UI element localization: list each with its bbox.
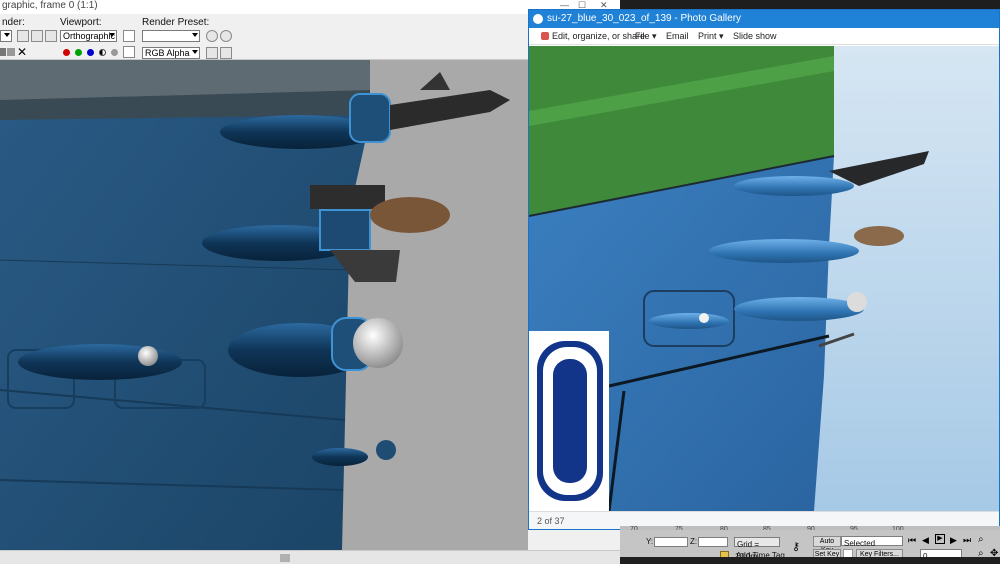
- mono-channel-icon[interactable]: [111, 49, 118, 56]
- gallery-maximize-button[interactable]: ☐: [578, 0, 586, 11]
- render-horizontal-scrollbar[interactable]: [0, 550, 620, 564]
- photo-counter: 2 of 37: [537, 516, 565, 526]
- previous-frame-icon[interactable]: ◀: [922, 535, 929, 546]
- display-icon[interactable]: [220, 47, 232, 59]
- go-to-end-icon[interactable]: ⏭: [963, 535, 971, 546]
- grid-display: Grid = 10.0m: [734, 537, 780, 561]
- z-coordinate-field[interactable]: [698, 537, 728, 547]
- edit-icon: [541, 32, 549, 40]
- gallery-menu-bar: Edit, organize, or share File ▾ Email Pr…: [529, 28, 999, 45]
- render-frame-window: graphic, frame 0 (1:1) nder: Viewport: O…: [0, 0, 620, 564]
- render-toolbar: nder: Viewport: Orthographic Render Pres…: [0, 14, 620, 60]
- menu-email[interactable]: Email: [666, 30, 689, 42]
- photo-gallery-window: su-27_blue_30_023_of_139 - Photo Gallery…: [528, 9, 1000, 530]
- next-frame-icon[interactable]: ▶: [950, 535, 957, 546]
- render-setup-icon[interactable]: [220, 30, 232, 42]
- toggle-ui-icon[interactable]: [206, 47, 218, 59]
- y-coordinate-field[interactable]: [654, 537, 688, 547]
- auto-key-button[interactable]: Auto Key: [813, 536, 841, 554]
- lock-icon[interactable]: [123, 30, 135, 42]
- scrollbar-thumb[interactable]: [280, 554, 290, 562]
- blue-channel-icon[interactable]: [87, 49, 94, 56]
- play-icon[interactable]: ▶: [935, 534, 945, 544]
- render-label: nder:: [2, 17, 25, 28]
- y-label: Y:: [646, 537, 654, 546]
- menu-file[interactable]: File ▾: [635, 30, 657, 42]
- render-preset-label: Render Preset:: [142, 17, 210, 28]
- alpha-channel-icon[interactable]: [99, 49, 106, 56]
- render-viewport: [0, 60, 528, 550]
- clear-icon[interactable]: ✕: [17, 45, 27, 59]
- gallery-app-icon: [533, 14, 543, 24]
- gallery-title: su-27_blue_30_023_of_139 - Photo Gallery: [547, 13, 742, 24]
- render-window-title: graphic, frame 0 (1:1): [0, 0, 620, 14]
- viewport-label: Viewport:: [60, 17, 102, 28]
- green-channel-icon[interactable]: [75, 49, 82, 56]
- taskbar-strip: [620, 557, 1000, 564]
- environment-icon[interactable]: [206, 30, 218, 42]
- selection-set-select[interactable]: Selected: [841, 536, 903, 548]
- printer-icon[interactable]: [7, 48, 15, 56]
- menu-slideshow[interactable]: Slide show: [733, 30, 777, 42]
- render-area-select[interactable]: [0, 30, 12, 42]
- gallery-close-button[interactable]: ✕: [600, 0, 608, 11]
- render-image: [0, 60, 528, 550]
- color-swatch[interactable]: [123, 46, 135, 58]
- gallery-title-bar: su-27_blue_30_023_of_139 - Photo Gallery: [529, 10, 999, 28]
- menu-print[interactable]: Print ▾: [698, 30, 724, 42]
- zoom-icon[interactable]: ⌕: [978, 534, 984, 545]
- aircraft-photo: [529, 46, 999, 511]
- copy-icon[interactable]: [31, 30, 43, 42]
- gallery-photo: [529, 46, 999, 511]
- viewport-select[interactable]: Orthographic: [60, 30, 117, 42]
- go-to-start-icon[interactable]: ⏮: [908, 535, 916, 546]
- clone-icon[interactable]: [45, 30, 57, 42]
- save-icon[interactable]: [17, 30, 29, 42]
- z-label: Z:: [690, 537, 698, 546]
- channel-select[interactable]: RGB Alpha: [142, 47, 200, 59]
- red-channel-icon[interactable]: [63, 49, 70, 56]
- menu-edit-organize-share[interactable]: Edit, organize, or share: [552, 30, 645, 42]
- gallery-minimize-button[interactable]: —: [560, 0, 569, 10]
- render-preset-select[interactable]: [142, 30, 200, 42]
- print-icon[interactable]: [0, 48, 6, 56]
- key-icon[interactable]: ⚷: [792, 540, 800, 553]
